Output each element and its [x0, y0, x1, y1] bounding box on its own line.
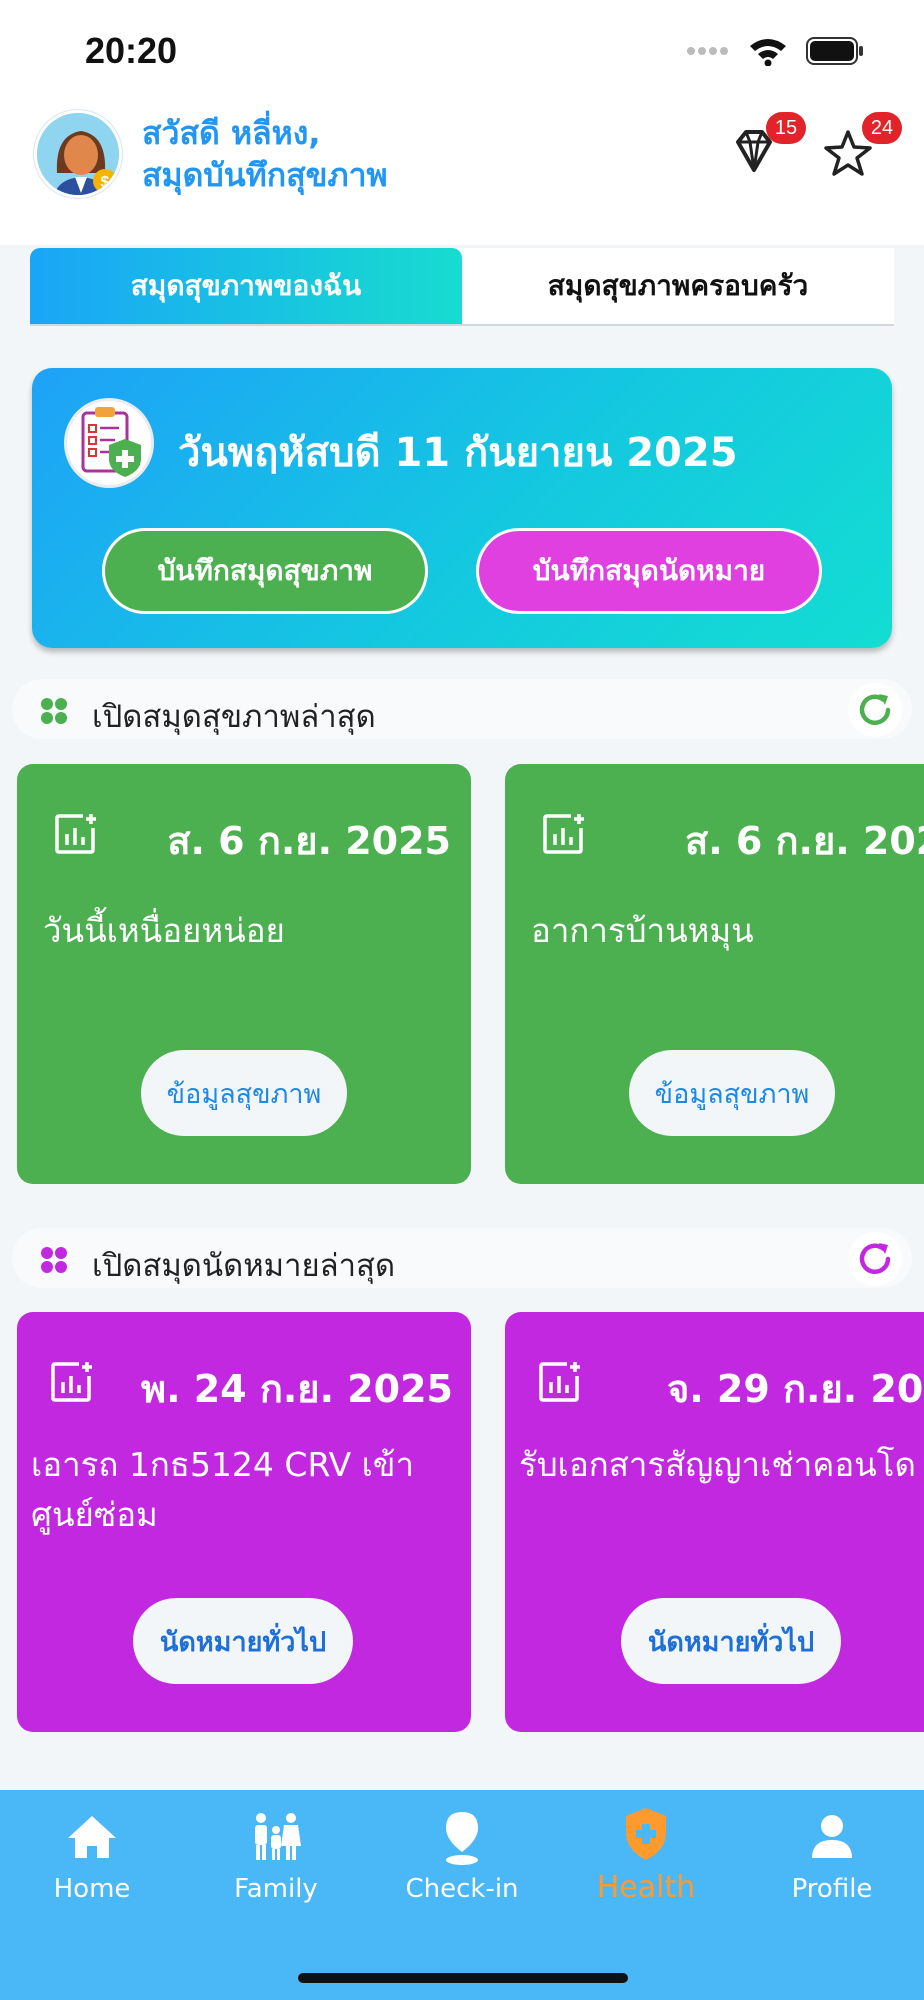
status-icons	[686, 36, 864, 66]
appointment-card-desc: รับเอกสารสัญญาเช่าคอนโด 1/171	[519, 1445, 924, 1484]
refresh-icon	[859, 1243, 891, 1274]
appointment-card-desc: เอารถ 1กธ5124 CRV เข้าศูนย์ซ่อม	[31, 1445, 415, 1534]
appointment-section-title: เปิดสมุดนัดหมายล่าสุด	[92, 1248, 396, 1284]
nav-family-label: Family	[234, 1874, 318, 1904]
health-info-button[interactable]: ข้อมูลสุขภาพ	[141, 1050, 347, 1136]
status-bar: 20:20	[0, 0, 924, 100]
nav-family[interactable]: Family	[196, 1808, 356, 1904]
wifi-icon	[750, 39, 786, 66]
general-appointment-button[interactable]: นัดหมายทั่วไป	[621, 1598, 841, 1684]
appointment-card[interactable]: จ. 29 ก.ย. 2025 รับเอกสารสัญญาเช่าคอนโด …	[505, 1312, 924, 1732]
map-pin-icon	[446, 1812, 478, 1865]
health-refresh-button[interactable]	[848, 683, 902, 737]
tab-my-health[interactable]: สมุดสุขภาพของฉัน	[30, 248, 462, 324]
chart-add-icon	[539, 1362, 580, 1402]
record-appointment-button[interactable]: บันทึกสมุดนัดหมาย	[476, 528, 822, 614]
health-card-date: ส. 6 ก.ย. 2025	[167, 819, 451, 863]
tab-family-health[interactable]: สมุดสุขภาพครอบครัว	[462, 248, 894, 324]
nav-check-in[interactable]: Check-in	[382, 1808, 542, 1904]
health-record-icon	[64, 398, 154, 488]
health-card-desc: วันนี้เหนื่อยหน่อย	[43, 911, 285, 950]
family-icon	[255, 1813, 301, 1860]
record-health-button[interactable]: บันทึกสมุดสุขภาพ	[102, 528, 428, 614]
greeting-line1: สวัสดี หลี่หง,	[142, 114, 321, 152]
chart-add-icon	[543, 814, 584, 854]
nav-profile-label: Profile	[791, 1874, 873, 1904]
appointment-card-date: พ. 24 ก.ย. 2025	[141, 1367, 453, 1411]
appointment-card[interactable]: พ. 24 ก.ย. 2025 เอารถ 1กธ5124 CRV เข้าศู…	[17, 1312, 471, 1732]
nav-check-in-label: Check-in	[405, 1874, 519, 1904]
general-appointment-button[interactable]: นัดหมายทั่วไป	[133, 1598, 353, 1684]
star-count-badge: 24	[862, 112, 902, 144]
signal-icon	[687, 47, 728, 55]
nav-profile[interactable]: Profile	[752, 1808, 912, 1904]
appointment-card-date: จ. 29 ก.ย. 2025	[667, 1367, 924, 1411]
refresh-icon	[859, 694, 891, 725]
today-date: วันพฤหัสบดี 11 กันยายน 2025	[178, 430, 738, 476]
home-indicator[interactable]	[298, 1973, 628, 1983]
shield-icon	[626, 1808, 666, 1860]
diamond-count-badge: 15	[766, 112, 806, 144]
health-card[interactable]: ส. 6 ก.ย. 2025 อาการบ้านหมุน ข้อมูลสุขภา…	[505, 764, 924, 1184]
health-card-date: ส. 6 ก.ย. 2025	[685, 819, 924, 863]
health-section-title: เปิดสมุดสุขภาพล่าสุด	[92, 699, 376, 735]
notebook-tabs: สมุดสุขภาพของฉัน สมุดสุขภาพครอบครัว	[30, 248, 894, 326]
bottom-nav: Home Family Check-in Health Profile	[0, 1790, 924, 2000]
diamond-button[interactable]: 15	[724, 112, 806, 180]
today-card: วันพฤหัสบดี 11 กันยายน 2025 บันทึกสมุดสุ…	[32, 368, 892, 648]
health-section-header: เปิดสมุดสุขภาพล่าสุด	[12, 679, 912, 739]
greeting: สวัสดี หลี่หง, สมุดบันทึกสุขภาพ	[142, 112, 388, 196]
svg-text:$: $	[101, 174, 110, 191]
health-info-button[interactable]: ข้อมูลสุขภาพ	[629, 1050, 835, 1136]
appointment-refresh-button[interactable]	[848, 1232, 902, 1286]
greeting-line2: สมุดบันทึกสุขภาพ	[142, 156, 388, 194]
battery-icon	[806, 37, 863, 65]
header: $ สวัสดี หลี่หง, สมุดบันทึกสุขภาพ 15 24	[0, 100, 924, 245]
appointment-cards-scroller[interactable]: พ. 24 ก.ย. 2025 เอารถ 1กธ5124 CRV เข้าศู…	[0, 1312, 924, 1734]
avatar-illustration: $	[37, 113, 119, 195]
star-button[interactable]: 24	[820, 112, 902, 180]
home-icon	[68, 1816, 116, 1858]
profile-icon	[812, 1815, 852, 1858]
grid-dots-icon	[41, 698, 67, 724]
health-card[interactable]: ส. 6 ก.ย. 2025 วันนี้เหนื่อยหน่อย ข้อมูล…	[17, 764, 471, 1184]
nav-health[interactable]: Health	[566, 1804, 726, 1905]
nav-health-label: Health	[596, 1870, 696, 1905]
health-cards-scroller[interactable]: ส. 6 ก.ย. 2025 วันนี้เหนื่อยหน่อย ข้อมูล…	[0, 764, 924, 1184]
nav-home[interactable]: Home	[12, 1808, 172, 1904]
avatar[interactable]: $	[34, 110, 122, 198]
chart-add-icon	[51, 1362, 92, 1402]
appointment-section-header: เปิดสมุดนัดหมายล่าสุด	[12, 1228, 912, 1288]
grid-dots-icon	[41, 1247, 67, 1273]
chart-add-icon	[55, 814, 96, 854]
status-time: 20:20	[85, 30, 178, 71]
nav-home-label: Home	[53, 1874, 131, 1904]
health-card-desc: อาการบ้านหมุน	[531, 911, 754, 950]
